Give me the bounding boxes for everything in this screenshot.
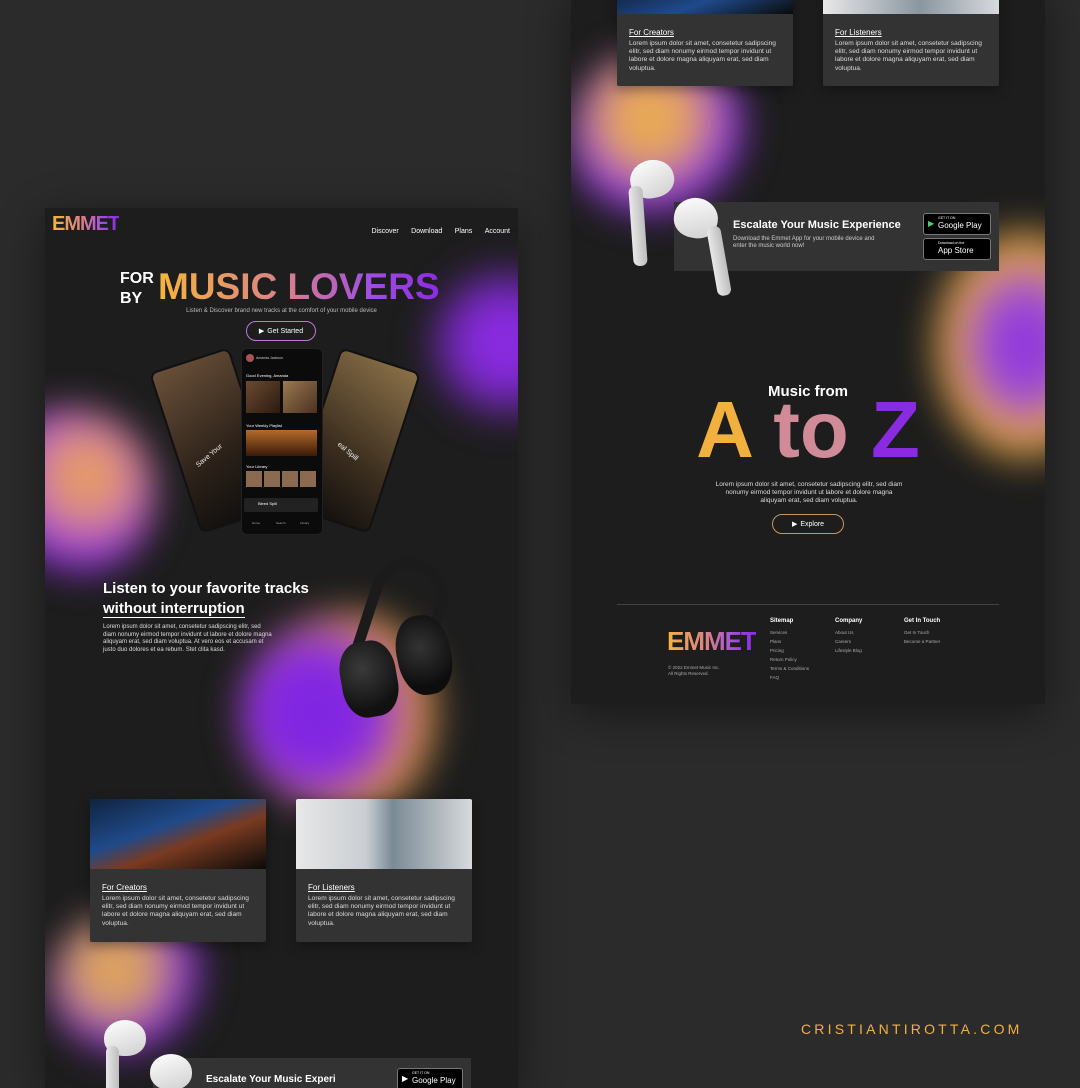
nav-plans[interactable]: Plans — [455, 228, 473, 235]
atoz-headline: A to Z — [571, 390, 1045, 470]
footer-company-title: Company — [835, 618, 863, 624]
card-creators-right[interactable]: For Creators Lorem ipsum dolor sit amet,… — [617, 0, 793, 86]
nav-download[interactable]: Download — [411, 228, 442, 235]
atoz-body: Lorem ipsum dolor sit amet, consetetur s… — [715, 481, 903, 505]
brand-logo[interactable]: EMMET — [52, 213, 120, 236]
phone-avatar — [246, 354, 254, 362]
phone-user: Amanda Jackson — [256, 356, 283, 360]
footer-link[interactable]: Services — [770, 630, 809, 635]
footer-divider — [617, 604, 999, 605]
footer-link[interactable]: Pricing — [770, 648, 809, 653]
phone-greeting: Good Evening, Amanda — [246, 373, 289, 378]
escalate-title: Escalate Your Music Experience — [733, 219, 901, 231]
card-listeners-title-right[interactable]: For Listeners — [835, 28, 999, 37]
hero-subtitle: Listen & Discover brand new tracks at th… — [186, 308, 377, 314]
app-store-button[interactable]: Download on the App Store — [923, 238, 991, 260]
explore-button[interactable]: ▶ Explore — [772, 514, 844, 534]
phone-nowplaying-bar: Bleed Spill — [244, 498, 318, 512]
phone-right-title: eal Spill — [335, 441, 360, 463]
phone-weekly: Your Weekly Playlist — [246, 423, 283, 428]
google-play-icon: ▶ — [402, 1074, 409, 1083]
card-listeners-body-right: Lorem ipsum dolor sit amet, consetetur s… — [835, 40, 982, 72]
card-listeners[interactable]: For Listeners Lorem ipsum dolor sit amet… — [296, 799, 472, 942]
right-page-mockup: For Creators Lorem ipsum dolor sit amet,… — [571, 0, 1045, 704]
footer-link[interactable]: Get In Touch — [904, 630, 940, 635]
creators-image — [90, 799, 266, 869]
feature-body: Lorem ipsum dolor sit amet, consetetur s… — [103, 624, 272, 653]
feature-title-2: without interruption — [103, 600, 245, 618]
footer-logo[interactable]: EMMET — [667, 626, 757, 657]
atoz-z: Z — [870, 385, 920, 474]
footer-link[interactable]: Become a Partner — [904, 639, 940, 644]
footer-contact: Get In Touch Get In Touch Become a Partn… — [904, 618, 940, 648]
listeners-image — [296, 799, 472, 869]
footer-link[interactable]: Lifestyle Blog — [835, 648, 862, 653]
atoz-a: A — [696, 385, 751, 474]
footer-link[interactable]: Careers — [835, 639, 862, 644]
footer-link[interactable]: About Us — [835, 630, 862, 635]
hero-for: FOR — [120, 270, 154, 287]
card-creators[interactable]: For Creators Lorem ipsum dolor sit amet,… — [90, 799, 266, 942]
gp-small-partial: GET IT ON — [412, 1071, 430, 1075]
card-listeners-right[interactable]: For Listeners Lorem ipsum dolor sit amet… — [823, 0, 999, 86]
headphones-image — [334, 547, 459, 723]
left-page-mockup: EMMET Discover Download Plans Account FO… — [45, 208, 518, 1088]
google-play-icon: ▶ — [928, 219, 935, 228]
footer-copyright-1: © 2022 Emmet Music Inc. — [668, 665, 720, 670]
listeners-image-right — [823, 0, 999, 14]
footer-link[interactable]: Return Policy — [770, 657, 809, 662]
footer-copyright-2: All Rights Reserved. — [668, 671, 709, 676]
phone-album-2 — [283, 381, 317, 413]
google-play-button-partial[interactable]: ▶ GET IT ON Google Play — [397, 1068, 463, 1088]
gp-big-partial: Google Play — [412, 1076, 456, 1085]
phone-album-1 — [246, 381, 280, 413]
phone-library-row — [246, 471, 317, 487]
phone-left-title: Save Your — [194, 443, 224, 469]
card-creators-body-right: Lorem ipsum dolor sit amet, consetetur s… — [629, 40, 776, 72]
top-nav: Discover Download Plans Account — [363, 220, 510, 238]
play-icon-explore: ▶ — [791, 521, 798, 528]
phone-nowplaying: Bleed Spill — [258, 501, 277, 506]
get-started-button[interactable]: ▶ Get Started — [246, 321, 316, 341]
phone-library: Your Library — [246, 464, 268, 469]
phone-tab-home: Home — [252, 521, 261, 525]
feature-title-1: Listen to your favorite tracks — [103, 580, 309, 597]
gold-purple-blob — [45, 408, 155, 578]
gp-big: Google Play — [938, 221, 982, 230]
card-listeners-body: Lorem ipsum dolor sit amet, consetetur s… — [308, 895, 455, 927]
footer-link[interactable]: Plans — [770, 639, 809, 644]
google-play-button[interactable]: ▶ GET IT ON Google Play — [923, 213, 991, 235]
gp-small: GET IT ON — [938, 216, 956, 220]
footer-link[interactable]: FAQ — [770, 675, 809, 680]
explore-label: Explore — [800, 520, 825, 528]
airpods-image — [626, 155, 736, 300]
phone-center: Amanda Jackson Good Evening, Amanda Your… — [241, 348, 323, 535]
nav-account[interactable]: Account — [485, 228, 510, 235]
card-creators-body: Lorem ipsum dolor sit amet, consetetur s… — [102, 895, 249, 927]
creators-image-right — [617, 0, 793, 14]
card-creators-title-right[interactable]: For Creators — [629, 28, 793, 37]
card-listeners-title[interactable]: For Listeners — [308, 883, 472, 892]
as-small: Download on the — [938, 241, 965, 245]
card-creators-title[interactable]: For Creators — [102, 883, 266, 892]
atoz-to: to — [773, 385, 849, 474]
hero-by: BY — [120, 290, 143, 307]
phone-tab-library: Library — [300, 521, 310, 525]
nav-discover[interactable]: Discover — [371, 228, 398, 235]
as-big: App Store — [938, 246, 974, 255]
footer-link[interactable]: Terms & Conditions — [770, 666, 809, 671]
hero-headline: MUSIC LOVERS — [158, 266, 440, 307]
footer-sitemap: Sitemap Services Plans Pricing Return Po… — [770, 618, 809, 684]
phone-tab-search: Search — [276, 521, 286, 525]
footer-contact-title: Get In Touch — [904, 618, 941, 624]
airpods-image-partial — [100, 1016, 210, 1088]
escalate-body: Download the Emmet App for your mobile d… — [733, 236, 875, 250]
footer-sitemap-title: Sitemap — [770, 618, 794, 624]
play-icon: ▶ — [258, 328, 265, 335]
get-started-label: Get Started — [267, 327, 304, 335]
footer-company: Company About Us Careers Lifestyle Blog — [835, 618, 862, 657]
phone-weekly-banner — [246, 430, 317, 456]
credit-text[interactable]: CRISTIANTIROTTA.COM — [801, 1021, 1023, 1037]
